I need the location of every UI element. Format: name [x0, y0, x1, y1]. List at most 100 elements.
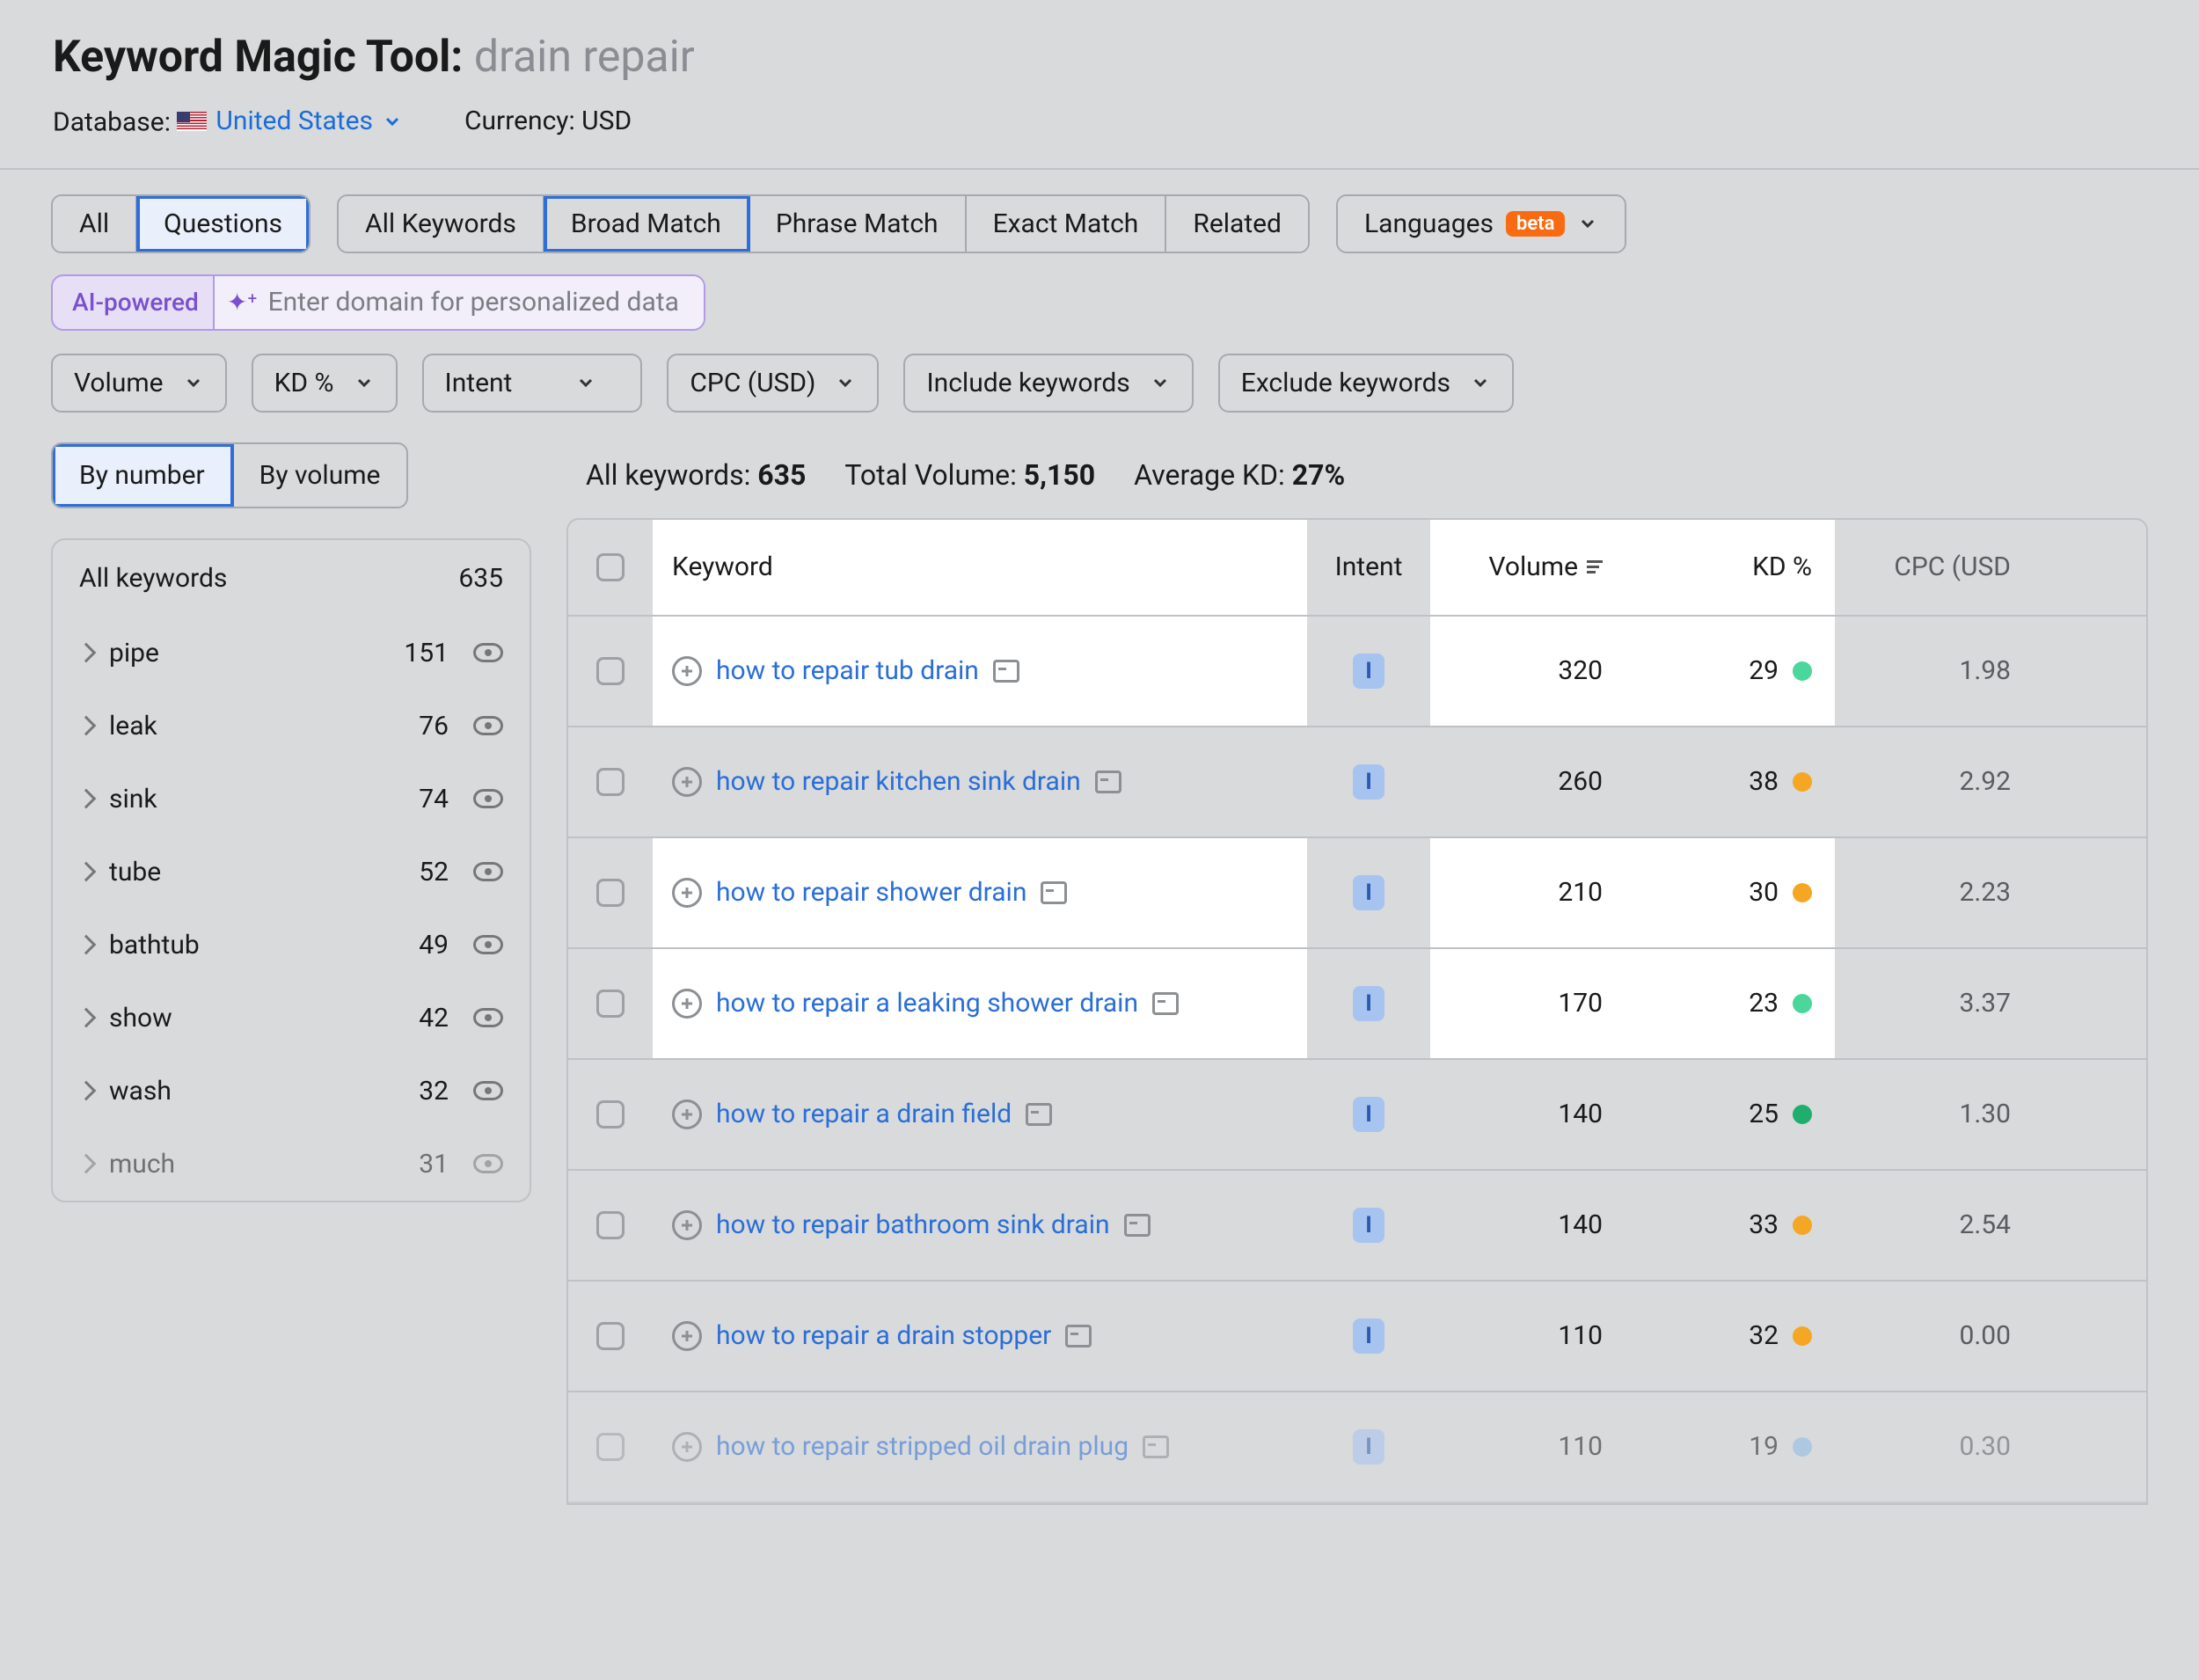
- sidebar-item-wash[interactable]: wash32: [53, 1055, 530, 1128]
- row-checkbox[interactable]: [596, 1433, 625, 1461]
- keyword-link[interactable]: how to repair a leaking shower drain: [716, 988, 1138, 1019]
- row-keyword-cell: how to repair tub drain: [653, 617, 1307, 726]
- ai-label: AI-powered: [72, 288, 199, 317]
- tab-broad-match[interactable]: Broad Match: [544, 196, 749, 252]
- col-kd[interactable]: KD %: [1633, 520, 1835, 615]
- serp-icon[interactable]: [1041, 881, 1067, 904]
- eye-icon[interactable]: [473, 935, 503, 954]
- sidebar-item-much[interactable]: much31: [53, 1128, 530, 1201]
- sidebar-item-bathtub[interactable]: bathtub49: [53, 909, 530, 982]
- intent-badge[interactable]: I: [1353, 1318, 1384, 1354]
- row-checkbox[interactable]: [596, 1322, 625, 1350]
- eye-icon[interactable]: [473, 716, 503, 735]
- keyword-link[interactable]: how to repair bathroom sink drain: [716, 1209, 1110, 1240]
- chevron-down-icon: [183, 372, 204, 393]
- sidebar-item-sink[interactable]: sink74: [53, 763, 530, 836]
- filter-include-keywords[interactable]: Include keywords: [903, 354, 1193, 413]
- add-icon[interactable]: [672, 989, 702, 1019]
- add-icon[interactable]: [672, 1099, 702, 1129]
- intent-badge[interactable]: I: [1353, 764, 1384, 800]
- kd-dot-icon: [1793, 661, 1812, 681]
- sidebar-header-label: All keywords: [79, 563, 227, 594]
- filter-row: Volume KD % Intent CPC (USD) Include key…: [51, 354, 2148, 413]
- serp-icon[interactable]: [1065, 1325, 1092, 1348]
- chevron-right-icon: [77, 1008, 97, 1028]
- row-checkbox[interactable]: [596, 1100, 625, 1129]
- filter-kd[interactable]: KD %: [252, 354, 398, 413]
- ai-domain-input[interactable]: ✦⁺ Enter domain for personalized data: [213, 276, 704, 329]
- serp-icon[interactable]: [1124, 1214, 1151, 1237]
- add-icon[interactable]: [672, 878, 702, 908]
- intent-badge[interactable]: I: [1353, 1429, 1384, 1465]
- filter-intent[interactable]: Intent: [422, 354, 643, 413]
- serp-icon[interactable]: [1152, 992, 1179, 1015]
- serp-icon[interactable]: [1095, 771, 1121, 793]
- tab-exact-match[interactable]: Exact Match: [967, 196, 1167, 252]
- eye-icon[interactable]: [473, 1081, 503, 1100]
- sidebar-item-tube[interactable]: tube52: [53, 836, 530, 909]
- keyword-link[interactable]: how to repair a drain stopper: [716, 1320, 1051, 1351]
- intent-badge[interactable]: I: [1353, 654, 1384, 689]
- filter-volume[interactable]: Volume: [51, 354, 227, 413]
- add-icon[interactable]: [672, 767, 702, 797]
- sidebar-item-label: bathtub: [109, 930, 200, 961]
- keyword-link[interactable]: how to repair tub drain: [716, 655, 979, 686]
- add-icon[interactable]: [672, 1432, 702, 1462]
- tab-all-keywords[interactable]: All Keywords: [339, 196, 544, 252]
- col-cpc[interactable]: CPC (USD: [1835, 520, 2011, 615]
- tab-related[interactable]: Related: [1166, 196, 1308, 252]
- col-keyword[interactable]: Keyword: [653, 520, 1307, 615]
- col-volume[interactable]: Volume: [1430, 520, 1633, 615]
- col-intent[interactable]: Intent: [1307, 520, 1430, 615]
- serp-icon[interactable]: [1026, 1103, 1052, 1126]
- serp-icon[interactable]: [993, 660, 1019, 683]
- filter-cpc[interactable]: CPC (USD): [667, 354, 879, 413]
- row-checkbox[interactable]: [596, 990, 625, 1018]
- database-selector[interactable]: United States: [177, 106, 403, 136]
- eye-icon[interactable]: [473, 789, 503, 808]
- intent-badge[interactable]: I: [1353, 875, 1384, 910]
- sidebar-tab-by-volume[interactable]: By volume: [233, 444, 407, 507]
- beta-badge: beta: [1506, 211, 1565, 237]
- keyword-link[interactable]: how to repair shower drain: [716, 877, 1026, 908]
- row-checkbox[interactable]: [596, 768, 625, 796]
- sidebar-header[interactable]: All keywords 635: [53, 540, 530, 617]
- row-checkbox[interactable]: [596, 879, 625, 907]
- row-cpc-cell: 1.30: [1835, 1060, 2011, 1169]
- currency-label: Currency: USD: [464, 106, 632, 138]
- tab-all[interactable]: All: [53, 196, 137, 252]
- row-checkbox[interactable]: [596, 657, 625, 685]
- add-icon[interactable]: [672, 656, 702, 686]
- eye-icon[interactable]: [473, 862, 503, 881]
- languages-label: Languages: [1364, 208, 1494, 239]
- sidebar-item-show[interactable]: show42: [53, 982, 530, 1055]
- database-label: Database:: [53, 107, 171, 138]
- intent-badge[interactable]: I: [1353, 986, 1384, 1021]
- eye-icon[interactable]: [473, 1008, 503, 1027]
- sidebar-item-label: much: [109, 1149, 175, 1180]
- serp-icon[interactable]: [1143, 1435, 1169, 1458]
- keyword-link[interactable]: how to repair stripped oil drain plug: [716, 1431, 1129, 1462]
- eye-icon[interactable]: [473, 643, 503, 662]
- add-icon[interactable]: [672, 1210, 702, 1240]
- tab-phrase-match[interactable]: Phrase Match: [749, 196, 967, 252]
- sidebar-item-pipe[interactable]: pipe151: [53, 617, 530, 690]
- filter-exclude-keywords[interactable]: Exclude keywords: [1218, 354, 1514, 413]
- intent-badge[interactable]: I: [1353, 1208, 1384, 1243]
- eye-icon[interactable]: [473, 1154, 503, 1173]
- add-icon[interactable]: [672, 1321, 702, 1351]
- title-prefix: Keyword Magic Tool:: [53, 32, 463, 83]
- row-checkbox[interactable]: [596, 1211, 625, 1239]
- row-keyword-cell: how to repair shower drain: [653, 838, 1307, 947]
- row-volume-cell: 210: [1430, 838, 1633, 947]
- sparkle-icon: ✦⁺: [227, 288, 258, 317]
- sidebar-tab-by-number[interactable]: By number: [53, 444, 233, 507]
- languages-dropdown[interactable]: Languages beta: [1336, 194, 1626, 253]
- sidebar-item-leak[interactable]: leak76: [53, 690, 530, 763]
- tab-questions[interactable]: Questions: [137, 196, 309, 252]
- keyword-link[interactable]: how to repair a drain field: [716, 1099, 1012, 1129]
- keyword-link[interactable]: how to repair kitchen sink drain: [716, 766, 1081, 797]
- intent-badge[interactable]: I: [1353, 1097, 1384, 1132]
- select-all-checkbox[interactable]: [596, 553, 625, 581]
- kd-dot-icon: [1793, 772, 1812, 792]
